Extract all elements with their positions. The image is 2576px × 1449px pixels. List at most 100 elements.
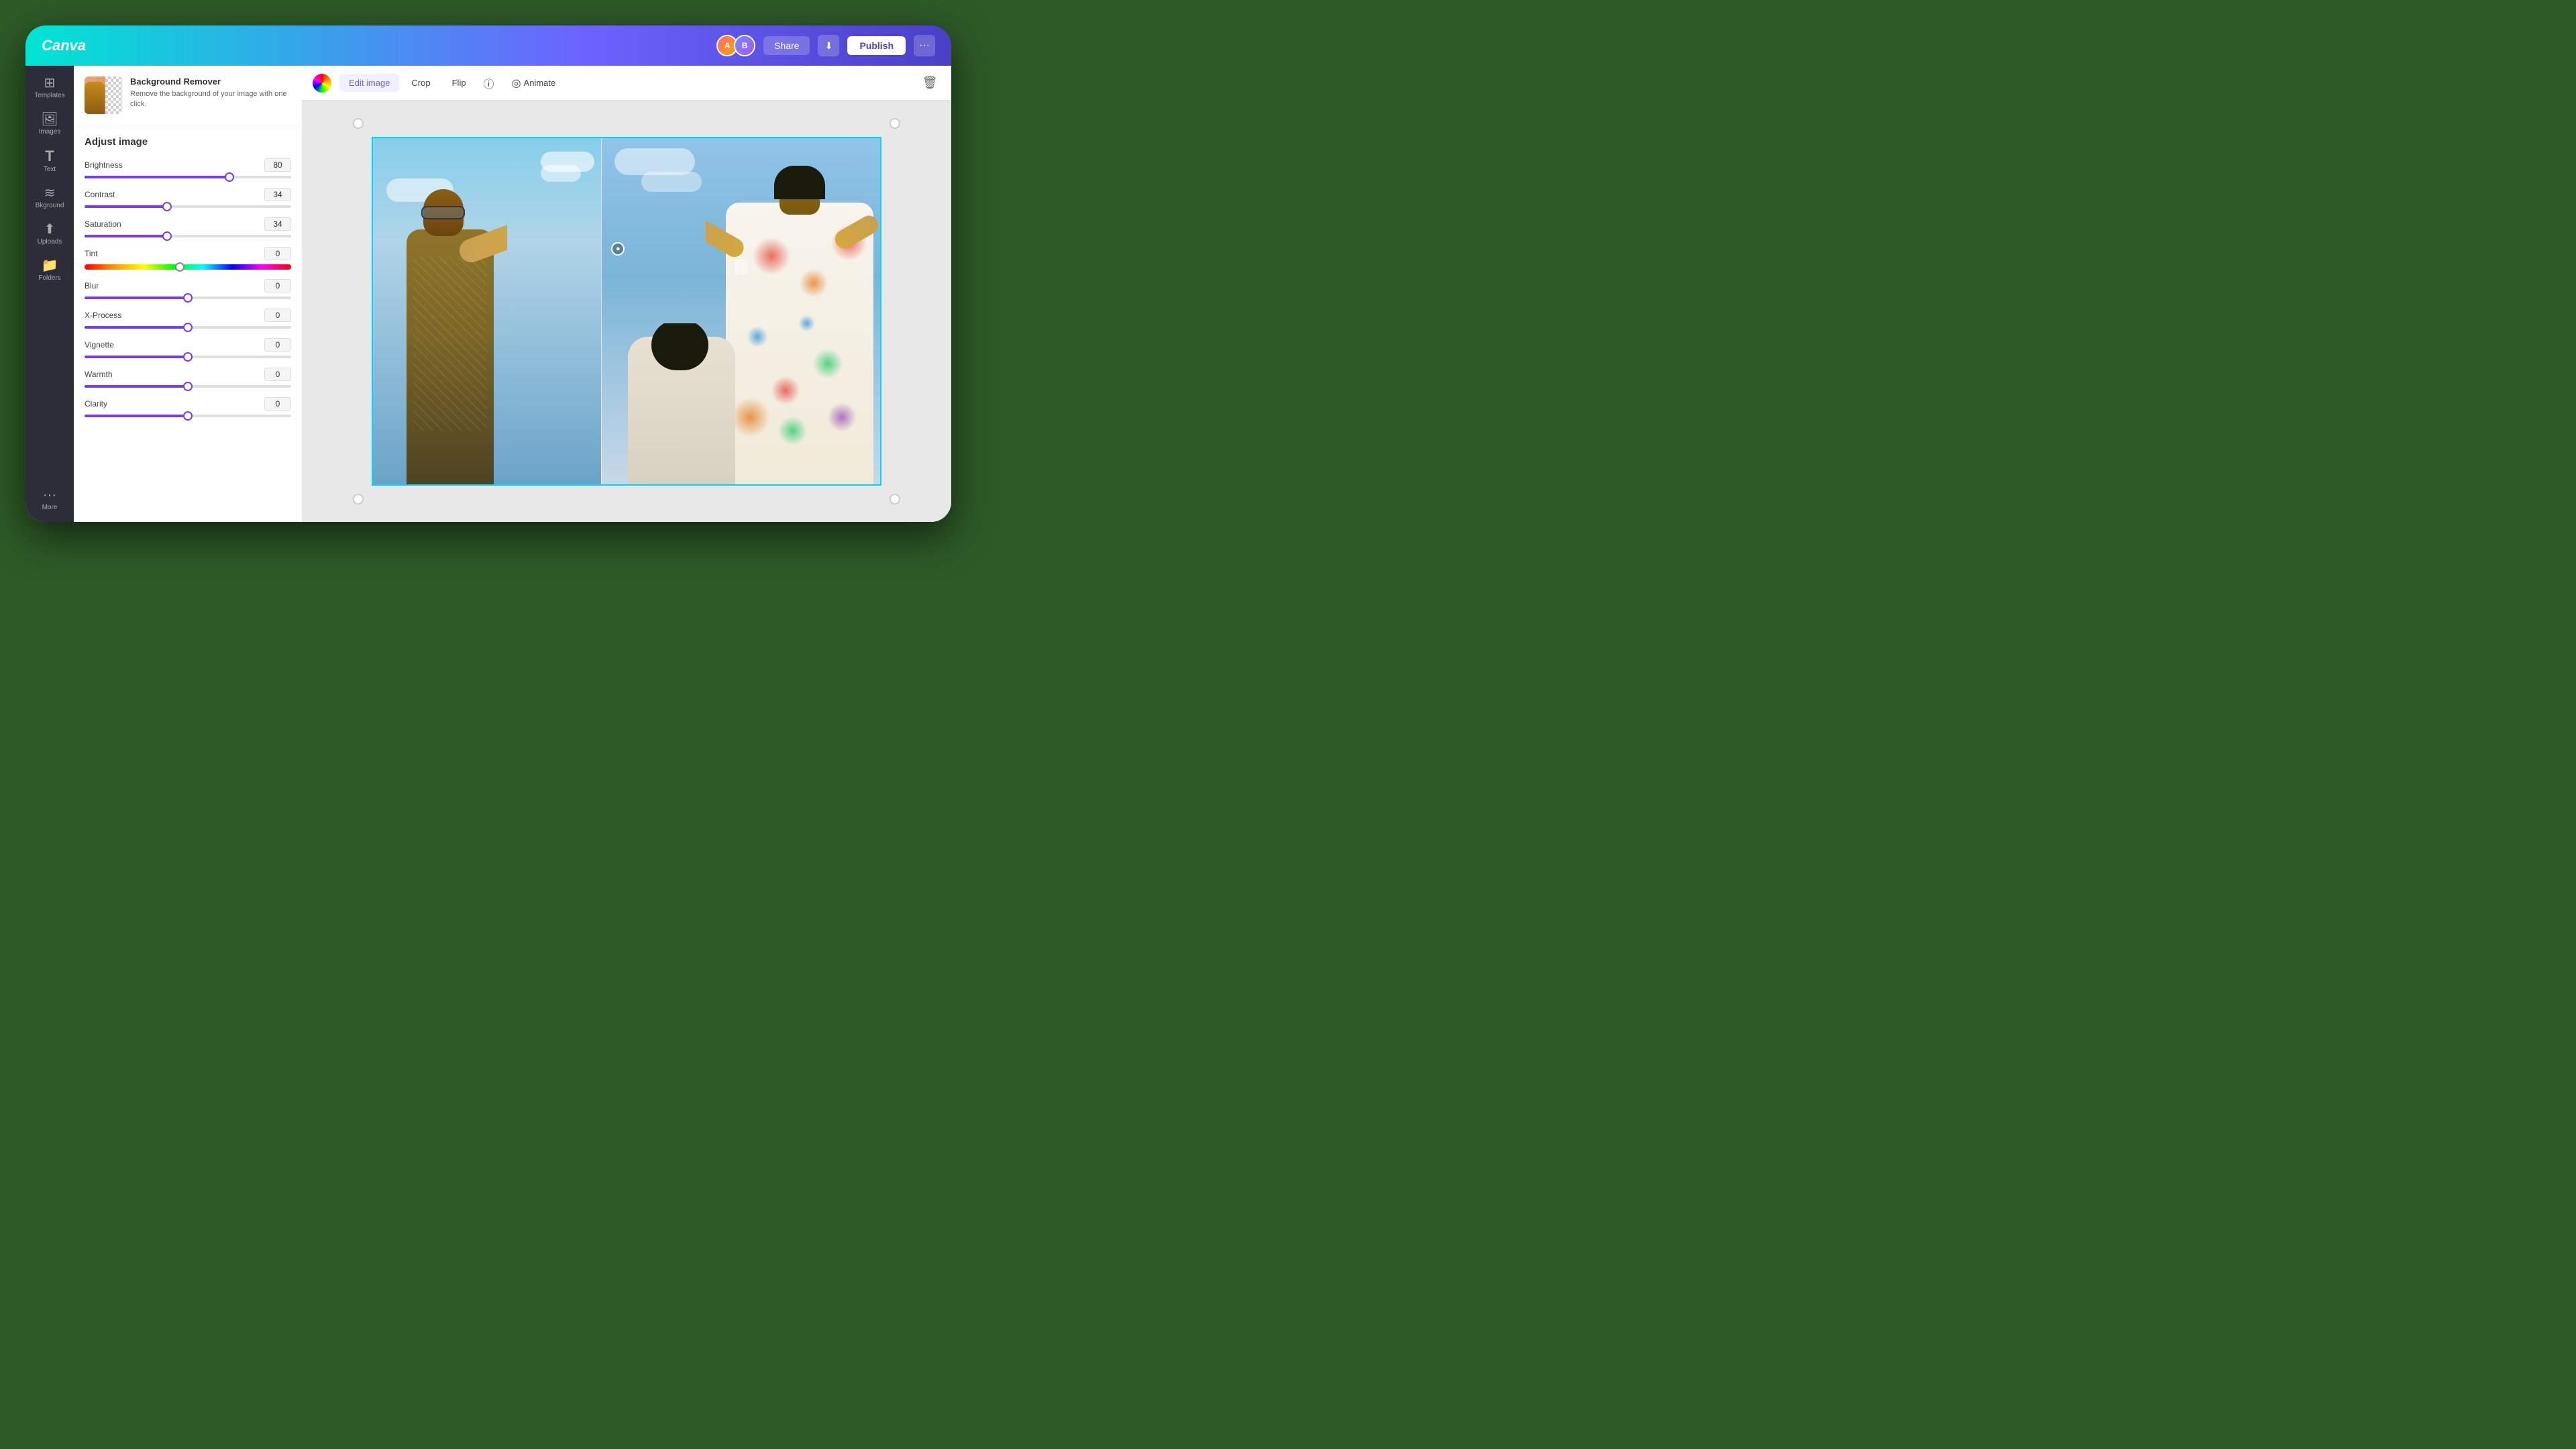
- tint-value[interactable]: 0: [264, 247, 291, 260]
- resize-handle-top-left[interactable]: [353, 118, 364, 129]
- sidebar-item-label-background: Bkground: [36, 202, 64, 209]
- trash-icon: 🗑: [922, 76, 938, 90]
- vignette-track[interactable]: [85, 356, 291, 358]
- warmth-slider-group: Warmth 0: [85, 368, 291, 388]
- xprocess-value[interactable]: 0: [264, 309, 291, 322]
- tint-slider-group: Tint 0: [85, 247, 291, 270]
- cloud-5: [641, 172, 702, 192]
- sidebar-item-label-more: More: [42, 504, 58, 511]
- canvas-viewport: ●: [302, 101, 951, 522]
- xprocess-slider-group: X-Process 0: [85, 309, 291, 329]
- sidebar-item-label-templates: Templates: [34, 92, 65, 99]
- center-indicator[interactable]: ●: [611, 242, 625, 256]
- device-frame: Canva A B Share ⬇ Publish ···: [25, 25, 951, 522]
- saturation-track[interactable]: [85, 235, 291, 237]
- warmth-fill: [85, 385, 188, 388]
- warmth-thumb[interactable]: [183, 382, 193, 391]
- blur-track[interactable]: [85, 297, 291, 299]
- more-icon: ···: [43, 488, 56, 502]
- saturation-slider-group: Saturation 34: [85, 217, 291, 237]
- photo-right-half: [601, 138, 880, 484]
- animate-button[interactable]: ◎ Animate: [502, 72, 566, 94]
- info-icon: ⓘ: [484, 75, 494, 91]
- resize-handle-bottom-right[interactable]: [890, 494, 900, 504]
- sidebar-item-label-text: Text: [44, 166, 56, 173]
- contrast-track[interactable]: [85, 205, 291, 208]
- templates-icon: ⊞: [44, 76, 56, 90]
- blur-slider-group: Blur 0: [85, 279, 291, 299]
- info-button[interactable]: ⓘ: [478, 72, 500, 94]
- tint-track[interactable]: [85, 264, 291, 270]
- app-logo: Canva: [42, 37, 86, 54]
- canvas-area: Edit image Crop Flip ⓘ ◎ Animate 🗑: [302, 66, 951, 522]
- vignette-label: Vignette: [85, 340, 114, 350]
- sidebar-item-folders[interactable]: 📁 Folders: [30, 254, 70, 287]
- image-container[interactable]: ●: [372, 137, 881, 486]
- main-content: ⊞ Templates 🖼 Images T Text ≋ Bkground ⬆…: [25, 66, 951, 522]
- cloud-2: [541, 165, 581, 182]
- cloud-4: [614, 148, 695, 175]
- vignette-fill: [85, 356, 188, 358]
- sidebar-item-templates[interactable]: ⊞ Templates: [30, 71, 70, 105]
- folders-icon: 📁: [42, 259, 58, 272]
- color-picker-dot[interactable]: [313, 74, 331, 93]
- images-icon: 🖼: [41, 113, 58, 126]
- background-icon: ≋: [44, 186, 56, 200]
- sidebar: ⊞ Templates 🖼 Images T Text ≋ Bkground ⬆…: [25, 66, 74, 522]
- blur-thumb[interactable]: [183, 293, 193, 303]
- crop-button[interactable]: Crop: [402, 74, 439, 92]
- clarity-value[interactable]: 0: [264, 397, 291, 411]
- person-3-body: [614, 323, 749, 484]
- xprocess-thumb[interactable]: [183, 323, 193, 332]
- clarity-thumb[interactable]: [183, 411, 193, 421]
- vignette-slider-group: Vignette 0: [85, 338, 291, 358]
- header-actions: A B Share ⬇ Publish ···: [716, 35, 935, 56]
- brightness-fill: [85, 176, 229, 178]
- warmth-value[interactable]: 0: [264, 368, 291, 381]
- text-icon: T: [45, 149, 54, 164]
- sidebar-item-more[interactable]: ··· More: [30, 483, 70, 517]
- brightness-thumb[interactable]: [225, 172, 234, 182]
- sidebar-item-label-uploads: Uploads: [38, 238, 62, 246]
- share-button[interactable]: Share: [763, 36, 810, 55]
- saturation-value[interactable]: 34: [264, 217, 291, 231]
- animate-ring-icon: ◎: [512, 76, 521, 90]
- publish-button[interactable]: Publish: [847, 36, 906, 55]
- header-more-button[interactable]: ···: [914, 35, 935, 56]
- drink-indicator: [735, 260, 747, 274]
- sidebar-item-background[interactable]: ≋ Bkground: [30, 181, 70, 215]
- edit-image-button[interactable]: Edit image: [339, 74, 399, 92]
- sidebar-item-images[interactable]: 🖼 Images: [30, 107, 70, 141]
- saturation-thumb[interactable]: [162, 231, 172, 241]
- vignette-thumb[interactable]: [183, 352, 193, 362]
- resize-handle-bottom-left[interactable]: [353, 494, 364, 504]
- download-button[interactable]: ⬇: [818, 35, 839, 56]
- brightness-track[interactable]: [85, 176, 291, 178]
- collaborator-avatars: A B: [716, 35, 755, 56]
- brightness-slider-group: Brightness 80: [85, 158, 291, 178]
- resize-handle-top-right[interactable]: [890, 118, 900, 129]
- tint-thumb[interactable]: [175, 262, 184, 272]
- image-toolbar: Edit image Crop Flip ⓘ ◎ Animate 🗑: [302, 66, 951, 101]
- sidebar-item-uploads[interactable]: ⬆ Uploads: [30, 217, 70, 251]
- delete-button[interactable]: 🗑: [919, 72, 941, 94]
- more-dots-icon: ···: [919, 40, 930, 52]
- blur-label: Blur: [85, 281, 99, 290]
- app-header: Canva A B Share ⬇ Publish ···: [25, 25, 951, 66]
- vignette-value[interactable]: 0: [264, 338, 291, 352]
- sidebar-item-label-images: Images: [39, 128, 61, 136]
- clarity-track[interactable]: [85, 415, 291, 417]
- sidebar-item-text[interactable]: T Text: [30, 144, 70, 178]
- adjust-section: Adjust image Brightness 80 Contrast: [74, 125, 302, 437]
- bg-remover-info: Background Remover Remove the background…: [130, 76, 291, 110]
- contrast-thumb[interactable]: [162, 202, 172, 211]
- clarity-slider-group: Clarity 0: [85, 397, 291, 417]
- warmth-track[interactable]: [85, 385, 291, 388]
- bg-remover-title: Background Remover: [130, 76, 291, 87]
- flip-button[interactable]: Flip: [443, 74, 476, 92]
- adjust-title: Adjust image: [85, 136, 291, 148]
- xprocess-track[interactable]: [85, 326, 291, 329]
- brightness-value[interactable]: 80: [264, 158, 291, 172]
- contrast-value[interactable]: 34: [264, 188, 291, 201]
- blur-value[interactable]: 0: [264, 279, 291, 292]
